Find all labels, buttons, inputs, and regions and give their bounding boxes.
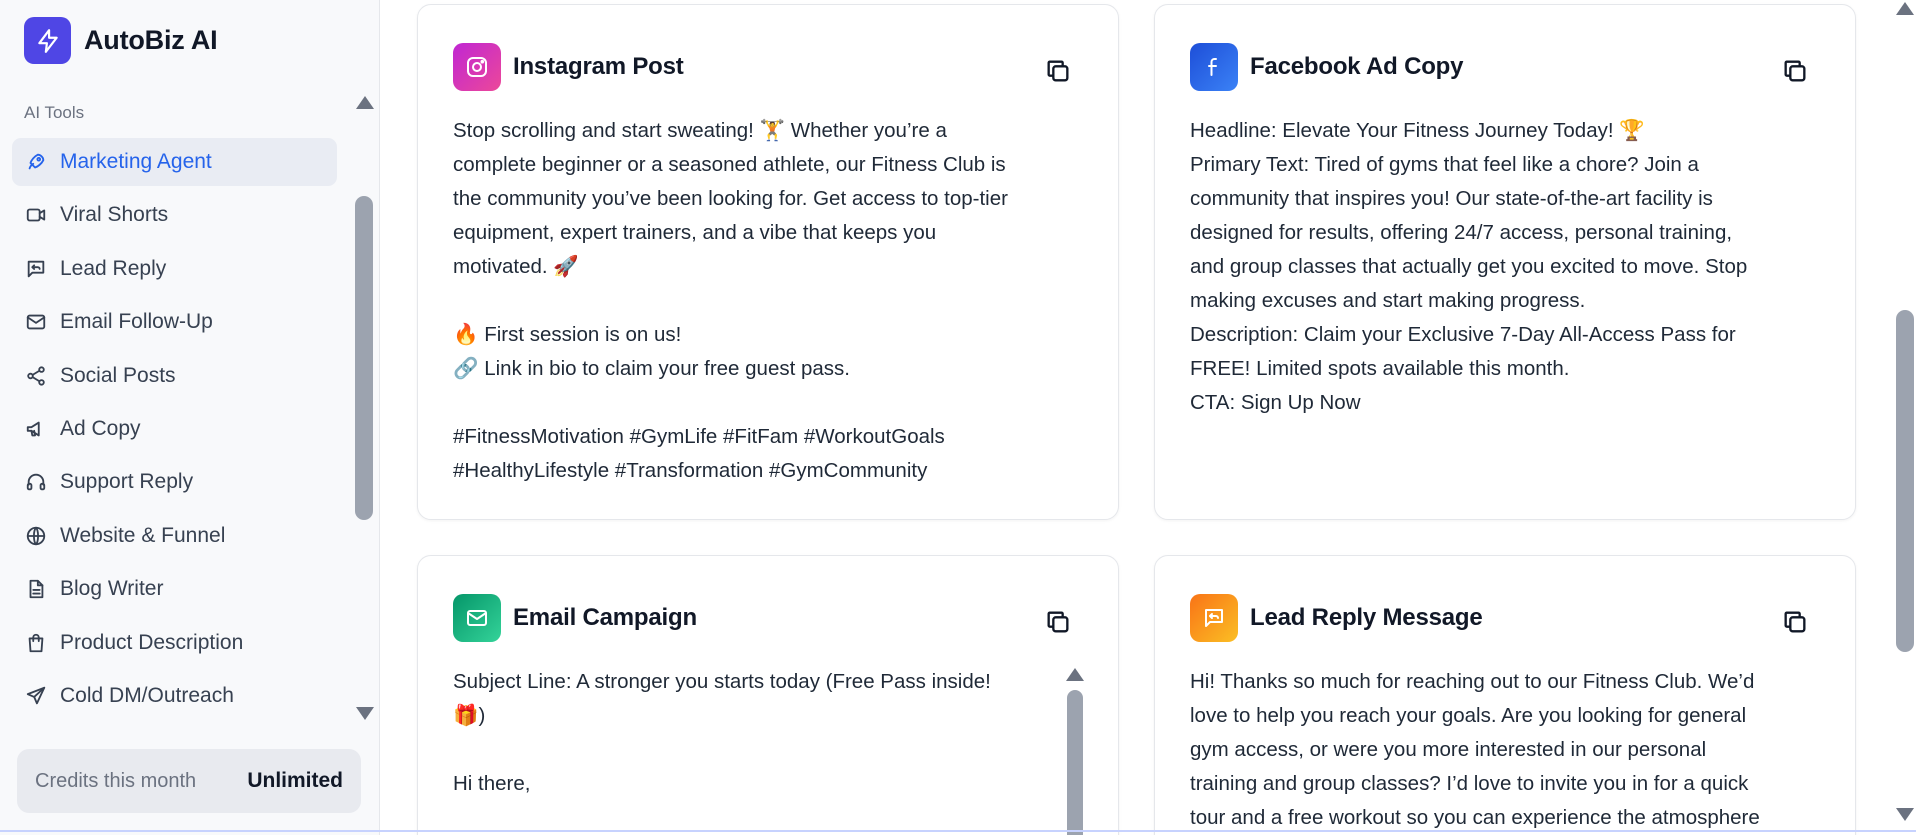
megaphone-icon	[24, 417, 48, 441]
sidebar-item-label: Product Description	[60, 630, 244, 654]
shopping-bag-icon	[24, 631, 48, 655]
sidebar-item-blog-writer[interactable]: Blog Writer	[12, 565, 337, 613]
scroll-up-arrow-icon[interactable]	[1066, 668, 1084, 681]
lead-reply-message-card: Lead Reply Message Hi! Thanks so much fo…	[1154, 555, 1856, 835]
card-header: Lead Reply Message	[1190, 594, 1483, 642]
instagram-post-card: Instagram Post Stop scrolling and start …	[417, 4, 1119, 520]
sidebar-item-label: Ad Copy	[60, 416, 141, 440]
email-campaign-card: Email Campaign Subject Line: A stronger …	[417, 555, 1119, 835]
globe-icon	[24, 524, 48, 548]
copy-icon[interactable]	[1781, 608, 1809, 636]
section-label: AI Tools	[24, 103, 85, 122]
window-bottom-border	[0, 830, 1916, 832]
video-icon	[24, 203, 48, 227]
card-header: Instagram Post	[453, 43, 684, 91]
card-title: Email Campaign	[513, 604, 697, 631]
card-title: Facebook Ad Copy	[1250, 53, 1464, 80]
sidebar-item-website-funnel[interactable]: Website & Funnel	[12, 512, 337, 560]
card-title: Instagram Post	[513, 53, 684, 80]
document-icon	[24, 577, 48, 601]
card-header: Facebook Ad Copy	[1190, 43, 1463, 91]
scrollbar-thumb[interactable]	[1067, 690, 1083, 835]
sidebar-scrollbar[interactable]	[354, 92, 374, 724]
message-reply-icon	[1190, 594, 1238, 642]
message-reply-icon	[24, 257, 48, 281]
scroll-up-arrow-icon[interactable]	[1896, 2, 1914, 15]
sidebar: AutoBiz AI AI Tools Marketing Agent Vira…	[0, 0, 380, 835]
sidebar-item-label: Social Posts	[60, 363, 176, 387]
card-body-text: Subject Line: A stronger you starts toda…	[453, 670, 991, 795]
mail-icon	[24, 310, 48, 334]
sidebar-item-label: Blog Writer	[60, 577, 164, 601]
credits-box: Credits this month Unlimited	[17, 749, 361, 813]
scroll-down-arrow-icon[interactable]	[356, 707, 374, 720]
main-scrollbar[interactable]	[1894, 0, 1916, 835]
instagram-icon	[453, 43, 501, 91]
app-name: AutoBiz AI	[84, 25, 218, 55]
main-content: Instagram Post Stop scrolling and start …	[381, 0, 1916, 835]
sidebar-item-marketing-agent[interactable]: Marketing Agent	[12, 138, 337, 186]
sidebar-item-label: Marketing Agent	[60, 150, 212, 173]
facebook-icon	[1190, 43, 1238, 91]
copy-icon[interactable]	[1781, 57, 1809, 85]
credits-label: Credits this month	[35, 769, 197, 792]
sidebar-item-label: Website & Funnel	[60, 523, 226, 547]
card-title: Lead Reply Message	[1250, 604, 1483, 631]
sidebar-item-email-follow-up[interactable]: Email Follow-Up	[12, 298, 337, 346]
sidebar-item-support-reply[interactable]: Support Reply	[12, 458, 337, 506]
scrollbar-thumb[interactable]	[355, 196, 373, 520]
sidebar-item-label: Viral Shorts	[60, 203, 169, 227]
sidebar-item-label: Lead Reply	[60, 256, 167, 280]
facebook-ad-copy-card: Facebook Ad Copy Headline: Elevate Your …	[1154, 4, 1856, 520]
headphones-icon	[24, 470, 48, 494]
sidebar-item-social-posts[interactable]: Social Posts	[12, 352, 337, 400]
credits-value: Unlimited	[247, 769, 343, 792]
send-icon	[24, 684, 48, 708]
scroll-up-arrow-icon[interactable]	[356, 96, 374, 109]
sidebar-item-product-description[interactable]: Product Description	[12, 619, 337, 667]
scroll-down-arrow-icon[interactable]	[1896, 808, 1914, 821]
sidebar-item-ad-copy[interactable]: Ad Copy	[12, 405, 337, 453]
rocket-icon	[24, 150, 48, 174]
sidebar-item-lead-reply[interactable]: Lead Reply	[12, 245, 337, 293]
sidebar-nav: Marketing Agent Viral Shorts Lead Reply	[12, 138, 337, 725]
sidebar-item-label: Cold DM/Outreach	[60, 683, 234, 707]
card-scrollbar[interactable]	[1066, 668, 1084, 835]
sidebar-item-label: Support Reply	[60, 470, 194, 494]
sidebar-item-cold-dm-outreach[interactable]: Cold DM/Outreach	[12, 672, 337, 720]
card-body-text: Hi! Thanks so much for reaching out to o…	[1190, 670, 1760, 829]
brand[interactable]: AutoBiz AI	[24, 17, 218, 64]
sidebar-item-viral-shorts[interactable]: Viral Shorts	[12, 191, 337, 239]
mail-icon	[453, 594, 501, 642]
scrollbar-thumb[interactable]	[1896, 310, 1914, 652]
lightning-icon	[24, 17, 71, 64]
sidebar-item-label: Email Follow-Up	[60, 310, 213, 334]
card-body-text: Headline: Elevate Your Fitness Journey T…	[1190, 119, 1748, 414]
copy-icon[interactable]	[1044, 57, 1072, 85]
share-icon	[24, 364, 48, 388]
card-body-text: Stop scrolling and start sweating! 🏋️ Wh…	[453, 119, 1008, 482]
card-header: Email Campaign	[453, 594, 697, 642]
copy-icon[interactable]	[1044, 608, 1072, 636]
